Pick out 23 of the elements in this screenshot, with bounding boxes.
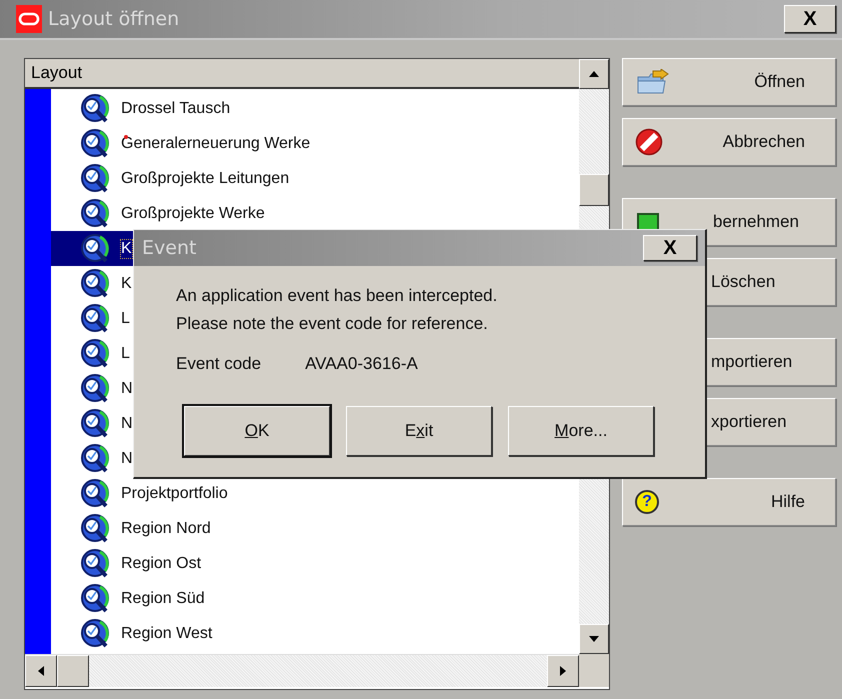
item-label: L <box>121 344 130 362</box>
item-label: Region Nord <box>121 520 211 538</box>
message-text: Please note the event code for reference. <box>176 313 489 335</box>
item-label: N <box>121 414 133 432</box>
dialog-title: Event <box>142 237 196 259</box>
item-label: L <box>121 310 130 328</box>
event-code-label: Event code <box>176 354 262 374</box>
message-text: An application event has been intercepted. <box>176 285 498 307</box>
item-label: Generalerneuerung Werke <box>121 134 310 152</box>
item-label: Großprojekte Leitungen <box>121 170 290 188</box>
item-label: N <box>121 380 133 398</box>
item-label: K <box>121 240 132 258</box>
item-label: Drossel Tausch <box>121 100 230 118</box>
item-label: Region Süd <box>121 590 205 608</box>
window-title: Layout öffnen <box>48 8 180 30</box>
item-label: Großprojekte Werke <box>121 204 265 222</box>
event-code-value: AVAA0-3616-A <box>305 354 418 374</box>
help-icon: ? <box>635 490 659 514</box>
item-label: Region Ost <box>121 554 202 572</box>
item-label: Projektportfolio <box>121 484 228 502</box>
item-label: K <box>121 274 132 292</box>
item-label: N <box>121 450 133 468</box>
item-label: Region West <box>121 624 212 642</box>
